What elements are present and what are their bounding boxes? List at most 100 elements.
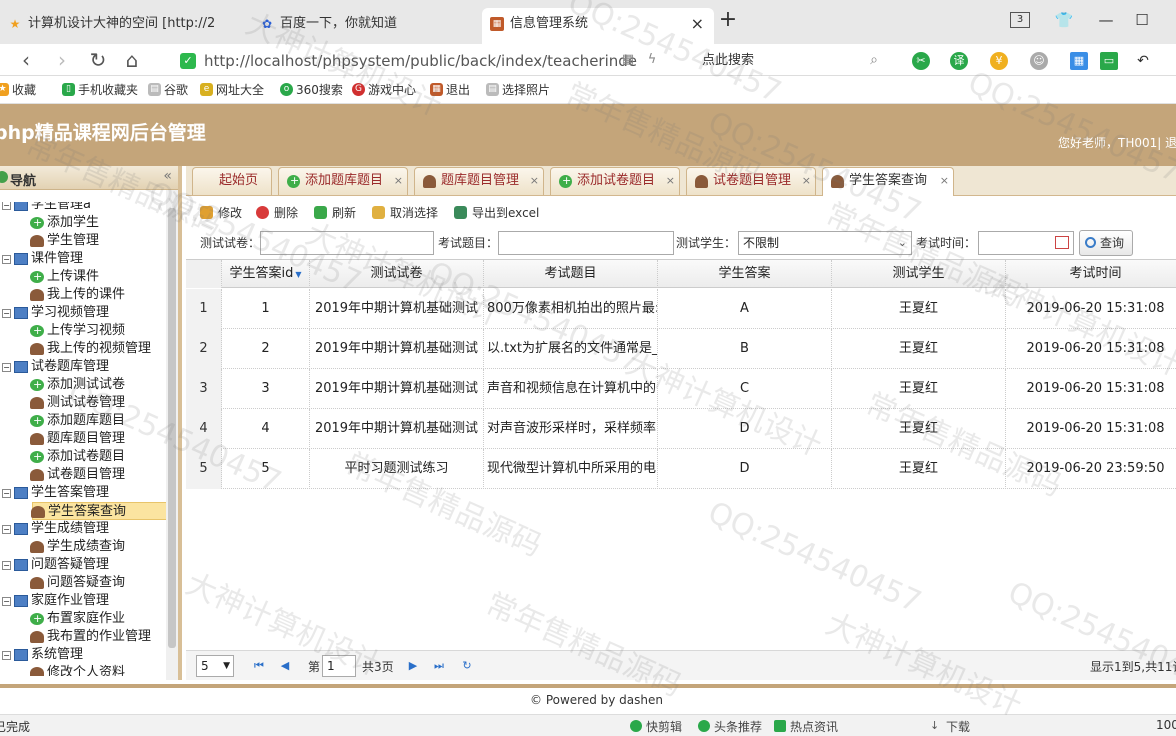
collapse-toggle-icon[interactable]: −	[2, 202, 11, 210]
sidebar-item[interactable]: 上传课件	[30, 268, 99, 286]
search-icon[interactable]: ⌕	[862, 48, 886, 72]
close-tab-icon[interactable]: ×	[394, 168, 403, 194]
column-header[interactable]: 考试时间	[1006, 260, 1176, 288]
battery-icon[interactable]: ▭	[1100, 52, 1118, 70]
page-tab[interactable]: 起始页	[192, 167, 272, 195]
bookmark-google[interactable]: ▤ 谷歌	[148, 81, 188, 99]
close-tab-icon[interactable]: ×	[802, 168, 811, 194]
lightning-icon[interactable]: ϟ	[640, 48, 664, 72]
new-tab-button[interactable]: +	[716, 8, 740, 32]
apps-icon[interactable]: ▦	[1070, 52, 1088, 70]
sidebar-item[interactable]: − 课件管理	[2, 250, 83, 268]
page-size-select[interactable]: 5 ▼	[196, 655, 234, 677]
sidebar-item[interactable]: 修改个人资料	[30, 664, 125, 676]
bookmark-mobile[interactable]: ▯ 手机收藏夹	[62, 81, 138, 99]
zoom-level[interactable]: 100	[1156, 718, 1176, 732]
sidebar-item[interactable]: − 试卷题库管理	[2, 358, 109, 376]
time-filter-input[interactable]	[978, 231, 1074, 255]
column-header[interactable]: 学生答案	[658, 260, 832, 288]
sidebar-item[interactable]: 试卷题目管理	[30, 466, 125, 484]
qr-icon[interactable]: ▦	[616, 48, 640, 72]
sidebar-item[interactable]: 问题答疑查询	[30, 574, 125, 592]
forward-icon[interactable]: ›	[50, 48, 74, 72]
table-row[interactable]: 4 4 2019年中期计算机基础测试 对声音波形采样时，采样频率 D 王夏红 2019-06…	[186, 409, 1176, 449]
sidebar-item[interactable]: 上传学习视频	[30, 322, 125, 340]
scrollbar-thumb[interactable]	[168, 208, 176, 648]
sidebar-item[interactable]: 我上传的课件	[30, 286, 125, 304]
user-greeting[interactable]: 您好老师，TH001| 退	[1058, 134, 1176, 151]
table-row[interactable]: 5 5 平时习题测试练习 现代微型计算机中所采用的电 D 王夏红 2019-06-20 23…	[186, 449, 1176, 489]
first-page-icon[interactable]: ⏮	[252, 659, 266, 673]
close-tab-icon[interactable]: ×	[666, 168, 675, 194]
query-button[interactable]: 查询	[1079, 230, 1133, 256]
translate-icon[interactable]: 译	[950, 52, 968, 70]
sidebar-item[interactable]: − 问题答疑管理	[2, 556, 109, 574]
page-number-input[interactable]: 1	[322, 655, 356, 677]
sidebar-item[interactable]: 布置家庭作业	[30, 610, 125, 628]
coin-icon[interactable]: ¥	[990, 52, 1008, 70]
page-tab[interactable]: 试卷题目管理 ×	[686, 167, 816, 195]
sidebar-item[interactable]: 添加学生	[30, 214, 99, 232]
export-excel-button[interactable]: 导出到excel	[454, 204, 539, 222]
scissors-icon[interactable]: ✂	[912, 52, 930, 70]
sidebar-item[interactable]: 学生答案查询	[31, 502, 166, 520]
hot-news-link[interactable]: 热点资讯	[774, 718, 838, 735]
table-row[interactable]: 1 1 2019年中期计算机基础测试 800万像素相机拍出的照片最: A 王夏红 2019-…	[186, 289, 1176, 329]
question-filter-input[interactable]	[498, 231, 674, 255]
bookmark-photo[interactable]: ▤ 选择照片	[486, 81, 550, 99]
table-row[interactable]: 3 3 2019年中期计算机基础测试 声音和视频信息在计算机中的 C 王夏红 2019-06…	[186, 369, 1176, 409]
sidebar-item[interactable]: − 家庭作业管理	[2, 592, 109, 610]
collapse-toggle-icon[interactable]: −	[2, 309, 11, 318]
sidebar-item[interactable]: 测试试卷管理	[30, 394, 125, 412]
sidebar-item[interactable]: − 系统管理	[2, 646, 83, 664]
bookmark-360[interactable]: o 360搜索	[280, 81, 343, 99]
collapse-toggle-icon[interactable]: −	[2, 525, 11, 534]
back-icon[interactable]: ‹	[14, 48, 38, 72]
column-header[interactable]: 测试学生	[832, 260, 1006, 288]
page-tab[interactable]: 添加题库题目 ×	[278, 167, 408, 195]
collapse-toggle-icon[interactable]: −	[2, 255, 11, 264]
tab-count-badge[interactable]: 3	[1010, 12, 1030, 28]
prev-page-icon[interactable]: ◀	[278, 659, 292, 673]
headline-link[interactable]: 头条推荐	[698, 718, 762, 735]
page-tab[interactable]: 题库题目管理 ×	[414, 167, 544, 195]
cancel-select-button[interactable]: 取消选择	[372, 204, 438, 222]
sort-desc-icon[interactable]: ▼	[295, 270, 301, 279]
column-header[interactable]: 测试试卷	[310, 260, 484, 288]
close-tab-icon[interactable]: ×	[691, 8, 704, 40]
url-input[interactable]: ✓ http://localhost/phpsystem/public/back…	[178, 50, 673, 72]
shirt-icon[interactable]: 👕	[1052, 8, 1076, 32]
collapse-sidebar-icon[interactable]: «	[163, 168, 172, 184]
sidebar-item[interactable]: 添加试卷题目	[30, 448, 125, 466]
reload-grid-icon[interactable]: ↻	[460, 659, 474, 673]
next-page-icon[interactable]: ▶	[406, 659, 420, 673]
bookmark-logout[interactable]: ▦ 退出	[430, 81, 470, 99]
delete-button[interactable]: 删除	[256, 204, 298, 222]
sidebar-scrollbar[interactable]	[166, 190, 178, 680]
bookmark-games[interactable]: G 游戏中心	[352, 81, 416, 99]
collapse-toggle-icon[interactable]: −	[2, 561, 11, 570]
sidebar-item[interactable]: − 学习视频管理	[2, 304, 109, 322]
browser-tab-3-active[interactable]: ▦ 信息管理系统 ×	[482, 8, 714, 44]
close-tab-icon[interactable]: ×	[940, 168, 949, 194]
search-input[interactable]: 点此搜索	[694, 50, 884, 72]
close-tab-icon[interactable]: ×	[530, 168, 539, 194]
sidebar-item[interactable]: − 学生答案管理	[2, 484, 109, 502]
sidebar-item[interactable]: 学生成绩查询	[30, 538, 125, 556]
sidebar-item[interactable]: − 学生管理a	[2, 202, 91, 214]
quick-clip-link[interactable]: 快剪辑	[630, 718, 682, 735]
sidebar-item[interactable]: 我上传的视频管理	[30, 340, 151, 358]
page-tab[interactable]: 添加试卷题目 ×	[550, 167, 680, 195]
collapse-toggle-icon[interactable]: −	[2, 489, 11, 498]
last-page-icon[interactable]: ⏭	[432, 659, 446, 673]
calendar-icon[interactable]	[1055, 236, 1069, 249]
sidebar-item[interactable]: 添加测试试卷	[30, 376, 125, 394]
page-tab[interactable]: 学生答案查询 ×	[822, 167, 954, 196]
browser-tab-1[interactable]: ★ 计算机设计大神的空间 [http://2	[0, 8, 252, 44]
collapse-toggle-icon[interactable]: −	[2, 651, 11, 660]
sidebar-item[interactable]: 我布置的作业管理	[30, 628, 151, 646]
student-filter-select[interactable]: 不限制 ⌄	[738, 231, 912, 255]
edit-button[interactable]: 修改	[200, 204, 242, 222]
sidebar-item[interactable]: 添加题库题目	[30, 412, 125, 430]
sidebar-item[interactable]: − 学生成绩管理	[2, 520, 109, 538]
